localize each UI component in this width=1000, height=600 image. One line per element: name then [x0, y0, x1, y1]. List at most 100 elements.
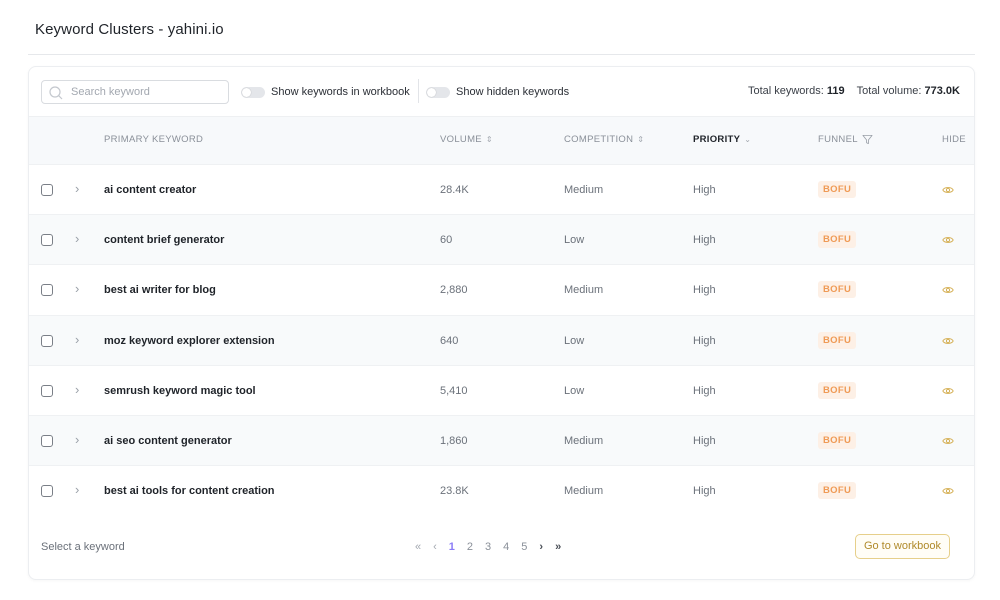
search-box[interactable] [41, 80, 229, 104]
priority-cell: High [693, 234, 716, 247]
next-page-button[interactable]: › [539, 541, 543, 553]
table-row[interactable]: › best ai tools for content creation 23.8K… [29, 465, 974, 515]
competition-cell: Low [564, 384, 585, 397]
eye-icon[interactable] [942, 335, 954, 347]
column-header-hide: HIDE [942, 134, 966, 145]
chevron-right-icon[interactable]: › [75, 482, 79, 497]
chevron-right-icon[interactable]: › [75, 281, 79, 296]
sort-icon[interactable]: ⇕ [637, 135, 644, 144]
row-checkbox[interactable] [41, 384, 53, 397]
eye-icon[interactable] [942, 485, 954, 497]
keyword-cell[interactable]: ai seo content generator [104, 435, 232, 447]
page-title: Keyword Clusters - yahini.io [35, 21, 224, 38]
toolbar: Show keywords in workbook Show hidden ke… [29, 67, 974, 117]
toggle-switch[interactable] [241, 86, 265, 98]
chevron-right-icon[interactable]: › [75, 181, 79, 196]
chevron-right-icon[interactable]: › [75, 332, 79, 347]
keyword-cell[interactable]: ai content creator [104, 184, 196, 196]
volume-cell: 28.4K [440, 184, 469, 196]
eye-icon[interactable] [942, 435, 954, 447]
table-row[interactable]: › semrush keyword magic tool 5,410 Low High B… [29, 364, 974, 415]
row-checkbox[interactable] [41, 434, 53, 447]
total-volume-value: 773.0K [924, 85, 960, 97]
row-checkbox[interactable] [41, 334, 53, 347]
table-row[interactable]: › ai content creator 28.4K Medium High BOFU [29, 164, 974, 214]
search-input[interactable] [71, 81, 221, 103]
column-header-competition[interactable]: COMPETITION ⇕ [564, 134, 644, 145]
filter-icon[interactable] [862, 134, 873, 145]
column-label: PRIMARY KEYWORD [104, 134, 204, 145]
eye-icon[interactable] [942, 184, 954, 196]
competition-cell: Low [564, 234, 585, 247]
eye-icon[interactable] [942, 234, 954, 246]
table-header: PRIMARY KEYWORD VOLUME ⇕ COMPETITION ⇕ P… [29, 117, 974, 164]
toggle-show-workbook-keywords[interactable]: Show keywords in workbook [241, 83, 410, 101]
keyword-cell[interactable]: content brief generator [104, 234, 224, 246]
competition-cell: Low [564, 334, 585, 347]
selection-status: Select a keyword [41, 541, 125, 553]
totals-summary: Total keywords: 119 Total volume: 773.0K [748, 85, 960, 97]
column-label: COMPETITION [564, 134, 634, 145]
page-5-button[interactable]: 5 [521, 541, 527, 553]
toggle-show-hidden-keywords[interactable]: Show hidden keywords [426, 83, 569, 101]
funnel-badge: BOFU [818, 482, 857, 500]
table-row[interactable]: › content brief generator 60 Low High BOFU [29, 214, 974, 265]
prev-page-button[interactable]: ‹ [433, 541, 437, 553]
funnel-badge: BOFU [818, 381, 857, 399]
chevron-right-icon[interactable]: › [75, 231, 79, 246]
page-4-button[interactable]: 4 [503, 541, 509, 553]
competition-cell: Medium [564, 284, 604, 297]
keyword-cell[interactable]: moz keyword explorer extension [104, 335, 275, 347]
divider [418, 79, 419, 103]
total-volume-label: Total volume: [856, 85, 922, 97]
chevron-right-icon[interactable]: › [75, 432, 79, 447]
column-header-volume[interactable]: VOLUME ⇕ [440, 134, 493, 145]
keyword-clusters-card: Show keywords in workbook Show hidden ke… [28, 66, 975, 580]
funnel-badge: BOFU [818, 431, 857, 449]
competition-cell: Medium [564, 184, 604, 196]
funnel-badge: BOFU [818, 231, 857, 249]
page-header: Keyword Clusters - yahini.io [28, 0, 975, 55]
volume-cell: 1,860 [440, 434, 468, 447]
first-page-button[interactable]: « [415, 541, 421, 553]
keyword-cell[interactable]: best ai tools for content creation [104, 485, 275, 497]
column-label: HIDE [942, 134, 966, 145]
column-label: PRIORITY [693, 134, 741, 145]
funnel-badge: BOFU [818, 181, 857, 198]
row-checkbox[interactable] [41, 234, 53, 247]
priority-cell: High [693, 184, 716, 196]
priority-cell: High [693, 485, 716, 498]
table-row[interactable]: › best ai writer for blog 2,880 Medium High B… [29, 264, 974, 314]
competition-cell: Medium [564, 434, 604, 447]
column-label: FUNNEL [818, 134, 858, 145]
total-keywords-value: 119 [826, 85, 845, 97]
column-header-funnel[interactable]: FUNNEL [818, 134, 873, 145]
go-to-workbook-button[interactable]: Go to workbook [854, 534, 950, 559]
chevron-right-icon[interactable]: › [75, 382, 79, 397]
page-1-button[interactable]: 1 [449, 541, 455, 553]
row-checkbox[interactable] [41, 284, 53, 297]
priority-cell: High [693, 434, 716, 447]
toggle-label: Show hidden keywords [456, 86, 570, 98]
last-page-button[interactable]: » [555, 541, 561, 553]
eye-icon[interactable] [942, 284, 954, 296]
table-row[interactable]: › moz keyword explorer extension 640 Low Hig… [29, 314, 974, 365]
page-3-button[interactable]: 3 [485, 541, 491, 553]
sort-icon[interactable]: ⇕ [486, 135, 493, 144]
keyword-cell[interactable]: semrush keyword magic tool [104, 385, 256, 397]
keyword-cell[interactable]: best ai writer for blog [104, 284, 216, 296]
search-icon [49, 86, 63, 100]
total-keywords-label: Total keywords: [747, 85, 824, 97]
volume-cell: 23.8K [440, 485, 469, 498]
column-header-priority[interactable]: PRIORITY ⌄ [693, 134, 751, 145]
eye-icon[interactable] [942, 385, 954, 397]
priority-cell: High [693, 334, 716, 347]
row-checkbox[interactable] [41, 184, 53, 196]
priority-cell: High [693, 284, 716, 297]
table-row[interactable]: › ai seo content generator 1,860 Medium High… [29, 414, 974, 466]
chevron-down-icon[interactable]: ⌄ [744, 135, 751, 144]
page-2-button[interactable]: 2 [467, 541, 473, 553]
row-checkbox[interactable] [41, 485, 53, 498]
toggle-switch[interactable] [426, 86, 450, 98]
column-label: VOLUME [440, 134, 482, 145]
